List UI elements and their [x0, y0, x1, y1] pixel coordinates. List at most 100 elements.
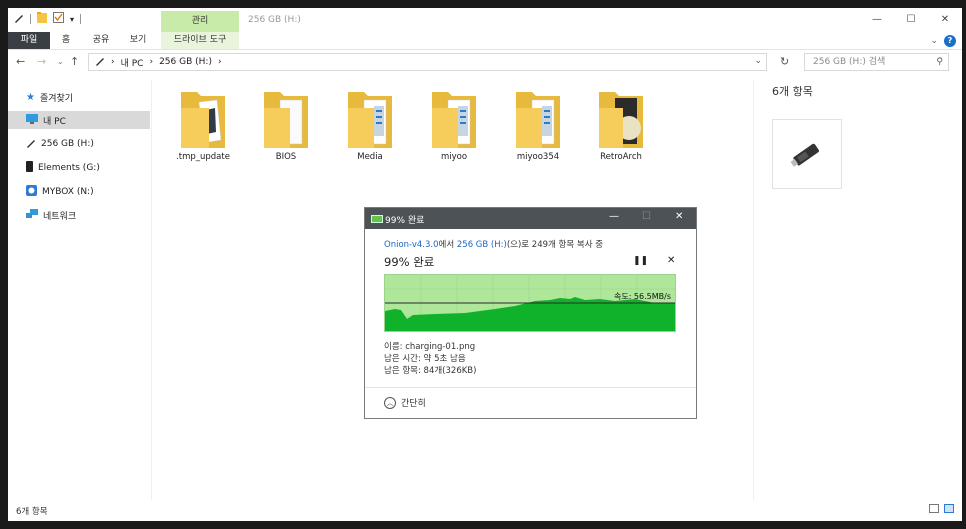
- folder-icon: [264, 92, 308, 148]
- expand-ribbon-icon[interactable]: ⌄: [930, 36, 938, 46]
- qat-dropdown-icon[interactable]: ▾: [70, 15, 74, 24]
- drive-icon: [95, 56, 105, 69]
- path-chevron-icon[interactable]: ›: [111, 57, 115, 67]
- ribbon-divider: [8, 49, 962, 50]
- network-icon: [26, 208, 38, 222]
- sidebar-item-label: 네트워크: [43, 211, 77, 222]
- up-arrow-icon[interactable]: ↑: [70, 55, 79, 68]
- usb-drive-icon: [790, 143, 819, 167]
- source-link[interactable]: Onion-v4.3.0: [384, 240, 439, 250]
- view-toggle: [929, 504, 954, 513]
- address-bar[interactable]: › 내 PC › 256 GB (H:) › ⌄: [88, 53, 767, 71]
- folder-label: Media: [357, 152, 383, 162]
- sidebar-item-quick-access[interactable]: ★ 즐겨찾기: [8, 88, 150, 106]
- folder-label: miyoo354: [516, 152, 560, 162]
- pane-divider: [151, 80, 152, 500]
- title-bar: ▾ 관리 256 GB (H:) — ☐ ✕: [8, 8, 962, 32]
- breadcrumb-drive[interactable]: 256 GB (H:): [159, 57, 212, 67]
- sidebar-item-label: MYBOX (N:): [42, 187, 94, 197]
- sidebar-item-this-pc[interactable]: 내 PC: [8, 111, 150, 129]
- sidebar-item-label: Elements (G:): [38, 163, 100, 173]
- copy-description-text: 에서: [438, 240, 457, 250]
- tab-home[interactable]: 홈: [58, 32, 74, 49]
- sidebar-item-label: 내 PC: [43, 116, 66, 127]
- folder-label: BIOS: [275, 152, 297, 162]
- navigation-pane: ★ 즐겨찾기 내 PC 256 GB (H:) Elements (G:) MY…: [8, 80, 151, 500]
- fewer-details-label: 간단히: [401, 399, 426, 409]
- sidebar-item-usb-drive[interactable]: 256 GB (H:): [8, 135, 150, 153]
- new-folder-icon[interactable]: [37, 12, 47, 26]
- search-input[interactable]: 256 GB (H:) 검색 ⚲: [804, 53, 949, 71]
- copy-description-text: (으)로 249개 항목 복사 중: [506, 240, 604, 250]
- toolbar-separator: [30, 14, 31, 24]
- cancel-button[interactable]: ✕: [667, 255, 675, 266]
- pause-button[interactable]: ❚❚: [633, 256, 648, 266]
- window-title: 256 GB (H:): [248, 15, 301, 25]
- copy-details: 이름: charging-01.png 남은 시간: 약 5초 남음 남은 항목…: [384, 341, 476, 377]
- sidebar-item-mybox[interactable]: MYBOX (N:): [8, 183, 150, 201]
- help-button[interactable]: ?: [944, 34, 956, 47]
- refresh-icon[interactable]: ↻: [780, 55, 789, 68]
- tab-drive-tools[interactable]: 드라이브 도구: [161, 32, 239, 49]
- destination-link[interactable]: 256 GB (H:): [457, 240, 507, 250]
- sidebar-item-elements[interactable]: Elements (G:): [8, 159, 150, 177]
- transfer-speed-graph: 속도: 56.5MB/s: [384, 274, 676, 332]
- usb-drive-icon: [26, 138, 36, 151]
- dialog-minimize-button[interactable]: —: [609, 211, 619, 222]
- path-chevron-icon[interactable]: ›: [149, 57, 153, 67]
- quick-access-toolbar: ▾: [14, 12, 82, 26]
- folder-label: .tmp_update: [176, 152, 230, 162]
- percent-complete: 99% 완료: [384, 255, 435, 269]
- tab-view[interactable]: 보기: [125, 32, 151, 49]
- pane-divider: [753, 80, 754, 500]
- sidebar-item-label: 즐겨찾기: [39, 93, 74, 104]
- folder-item[interactable]: BIOS: [251, 88, 321, 162]
- cloud-drive-icon: [26, 185, 37, 199]
- checkbox-icon[interactable]: [53, 12, 64, 26]
- contextual-tab-group: 관리: [161, 11, 239, 32]
- folder-icon: [348, 92, 392, 148]
- transfer-speed: 속도: 56.5MB/s: [613, 292, 671, 301]
- back-arrow-icon[interactable]: ←: [16, 55, 25, 68]
- close-button[interactable]: ✕: [928, 8, 962, 30]
- path-chevron-icon[interactable]: ›: [218, 57, 222, 67]
- search-placeholder: 256 GB (H:) 검색: [813, 57, 886, 67]
- tab-share[interactable]: 공유: [88, 32, 114, 49]
- ribbon-right: ⌄ ?: [930, 32, 956, 49]
- folder-icon: [516, 92, 560, 148]
- dialog-close-button[interactable]: ✕: [675, 211, 683, 222]
- current-file-name: 이름: charging-01.png: [384, 342, 476, 352]
- folder-icon: [599, 92, 643, 148]
- forward-arrow-icon[interactable]: →: [37, 55, 46, 68]
- maximize-button[interactable]: ☐: [894, 8, 928, 30]
- details-preview: [772, 119, 842, 189]
- address-dropdown-icon[interactable]: ⌄: [754, 56, 762, 66]
- items-remaining: 남은 항목: 84개(326KB): [384, 366, 477, 376]
- folder-label: miyoo: [440, 152, 468, 162]
- folder-item[interactable]: miyoo: [419, 88, 489, 162]
- sidebar-item-network[interactable]: 네트워크: [8, 206, 150, 224]
- folder-item[interactable]: RetroArch: [586, 88, 656, 162]
- copy-progress-dialog: 99% 완료 — ☐ ✕ Onion-v4.3.0에서 256 GB (H:)(…: [364, 207, 697, 419]
- computer-icon: [26, 113, 38, 127]
- dialog-title: 99% 완료: [385, 216, 425, 226]
- folder-icon: [432, 92, 476, 148]
- fewer-details-button[interactable]: ︿ 간단히: [384, 396, 426, 409]
- folder-icon: [181, 92, 225, 148]
- details-pane-title: 6개 항목: [772, 85, 813, 98]
- folder-item[interactable]: Media: [335, 88, 405, 162]
- details-view-icon[interactable]: [929, 504, 939, 513]
- minimize-button[interactable]: —: [860, 8, 894, 30]
- folder-item[interactable]: miyoo354: [503, 88, 573, 162]
- folder-item[interactable]: .tmp_update: [168, 88, 238, 162]
- dialog-divider: [365, 387, 696, 388]
- large-icons-view-icon[interactable]: [944, 504, 954, 513]
- properties-icon[interactable]: [14, 13, 24, 26]
- breadcrumb-this-pc[interactable]: 내 PC: [121, 56, 144, 69]
- recent-dropdown-icon[interactable]: ⌄: [57, 57, 64, 66]
- dialog-maximize-button: ☐: [642, 211, 651, 222]
- tab-file[interactable]: 파일: [8, 32, 50, 49]
- toolbar-separator: [80, 14, 82, 24]
- copy-description: Onion-v4.3.0에서 256 GB (H:)(으)로 249개 항목 복…: [384, 238, 603, 250]
- window-controls: — ☐ ✕: [860, 8, 962, 30]
